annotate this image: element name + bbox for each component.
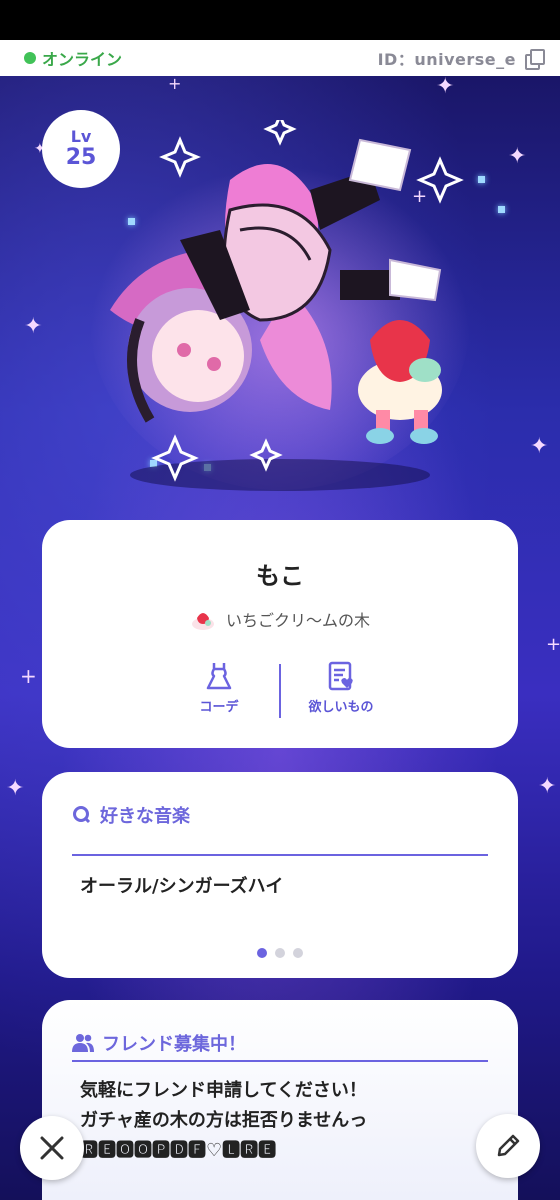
sparkle-icon: ✦ bbox=[24, 314, 43, 339]
system-status-bar bbox=[0, 0, 560, 40]
copy-icon[interactable] bbox=[524, 49, 545, 70]
wishlist-label: 欲しいもの bbox=[308, 700, 374, 715]
favorite-music-card[interactable]: 好きな音楽 オーラル/シンガーズハイ bbox=[42, 772, 518, 978]
online-label: オンライン bbox=[42, 50, 123, 69]
friend-message: 気軽にフレンド申請してください！ ガチャ産の木の方は拒否りませんっ 🆁🅴🅾🅾🅿🅳… bbox=[80, 1076, 367, 1166]
people-icon bbox=[72, 1034, 94, 1052]
sparkle-icon: ✦ bbox=[6, 776, 25, 801]
online-status: オンライン bbox=[24, 46, 122, 70]
coordinate-button[interactable]: コーデ bbox=[159, 660, 279, 718]
avatar-illustration[interactable] bbox=[80, 120, 480, 500]
profile-status-bar: オンライン ID：universe_e bbox=[0, 40, 560, 76]
close-icon bbox=[40, 1136, 64, 1160]
music-section-title: 好きな音楽 bbox=[72, 802, 190, 828]
wishlist-button[interactable]: 欲しいもの bbox=[281, 660, 401, 718]
page-dot-active[interactable] bbox=[257, 948, 267, 958]
page-indicator bbox=[42, 948, 518, 958]
user-id-copy[interactable]: ID：universe_e bbox=[377, 46, 545, 70]
sparkle-icon: + bbox=[168, 76, 182, 93]
profile-name: もこ bbox=[256, 562, 304, 590]
page-dot[interactable] bbox=[275, 948, 285, 958]
sparkle-icon: ✦ bbox=[538, 774, 557, 799]
music-text: オーラル/シンガーズハイ bbox=[80, 876, 284, 897]
friend-message-line: 🆁🅴🅾🅾🅿🅳🅵♡🅻🆁🅴 bbox=[80, 1140, 277, 1161]
profile-card: もこ いちごクリ〜ムの木 コーデ 欲しいもの bbox=[42, 520, 518, 748]
tree-info[interactable]: いちごクリ〜ムの木 bbox=[42, 606, 518, 632]
friend-message-line: 気軽にフレンド申請してください！ bbox=[80, 1080, 367, 1101]
friend-divider bbox=[72, 1060, 488, 1062]
page-dot[interactable] bbox=[293, 948, 303, 958]
sparkle-icon: + bbox=[546, 634, 560, 655]
friend-section-title: フレンド募集中！ bbox=[72, 1030, 246, 1056]
tree-name: いちごクリ〜ムの木 bbox=[225, 611, 370, 630]
pencil-icon bbox=[497, 1134, 520, 1157]
sparkle-icon: ✦ bbox=[436, 76, 455, 99]
user-id-text: ID：universe_e bbox=[377, 50, 516, 69]
question-icon bbox=[73, 806, 91, 824]
coordinate-label: コーデ bbox=[199, 700, 239, 715]
music-divider bbox=[72, 854, 488, 856]
close-button[interactable] bbox=[20, 1116, 84, 1180]
dress-icon bbox=[206, 663, 232, 690]
friend-message-line: ガチャ産の木の方は拒否りませんっ bbox=[80, 1110, 368, 1131]
strawberry-cake-icon bbox=[191, 613, 214, 630]
music-title: 好きな音楽 bbox=[100, 806, 190, 827]
edit-button[interactable] bbox=[476, 1114, 540, 1178]
friend-recruit-card: フレンド募集中！ 気軽にフレンド申請してください！ ガチャ産の木の方は拒否りませ… bbox=[42, 1000, 518, 1200]
sparkle-icon: ✦ bbox=[530, 434, 549, 459]
friend-title: フレンド募集中！ bbox=[102, 1034, 246, 1055]
sparkle-icon: ✦ bbox=[508, 144, 527, 169]
wishlist-icon bbox=[328, 661, 353, 691]
sparkle-icon: + bbox=[20, 664, 37, 688]
online-dot-icon bbox=[24, 52, 36, 64]
glow-dot bbox=[498, 206, 505, 213]
profile-actions: コーデ 欲しいもの bbox=[42, 660, 518, 718]
